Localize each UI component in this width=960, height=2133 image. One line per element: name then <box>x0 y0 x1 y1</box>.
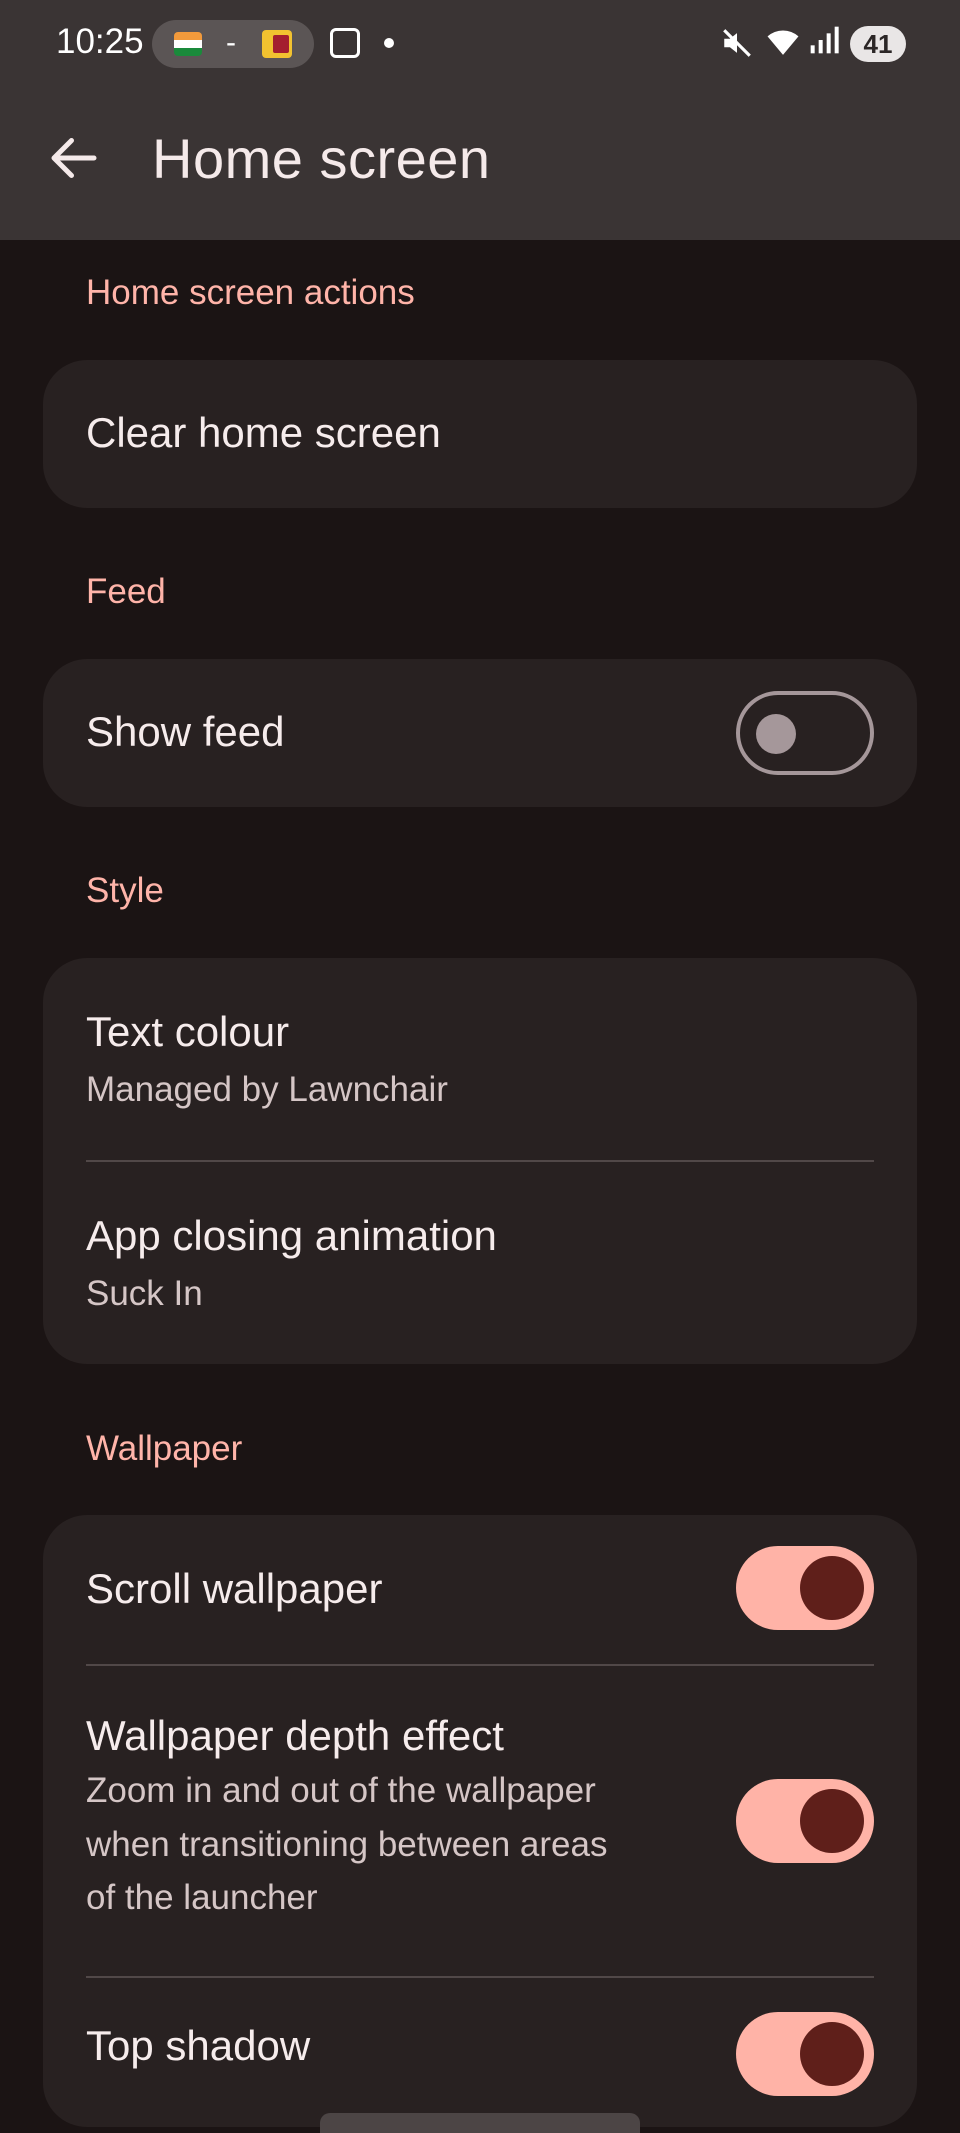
show-feed-item[interactable]: Show feed <box>43 659 917 807</box>
status-bar: 10:25 - 41 <box>0 0 960 88</box>
text-colour-value: Managed by Lawnchair <box>86 1070 448 1109</box>
wallpaper-depth-effect-switch[interactable] <box>736 1779 874 1863</box>
top-shadow-label: Top shadow <box>86 2022 311 2069</box>
section-header-feed: Feed <box>86 572 166 611</box>
section-header-style: Style <box>86 871 164 910</box>
show-feed-label: Show feed <box>86 708 285 755</box>
card-style: Text colour Managed by Lawnchair App clo… <box>43 958 917 1364</box>
app-closing-animation-item[interactable]: App closing animation Suck In <box>43 1162 917 1364</box>
status-pill: - <box>152 20 314 68</box>
top-shadow-item[interactable]: Top shadow <box>43 1978 917 2127</box>
switch-thumb <box>756 714 796 754</box>
navigation-handle[interactable] <box>320 2113 640 2133</box>
switch-thumb <box>800 1789 864 1853</box>
sri-lanka-flag-icon <box>262 30 292 58</box>
page-title: Home screen <box>152 127 491 190</box>
wallpaper-depth-effect-desc-line1: Zoom in and out of the wallpaper <box>86 1771 596 1810</box>
show-feed-switch[interactable] <box>736 691 874 775</box>
signal-icon <box>810 26 839 54</box>
status-separator: - <box>226 26 236 59</box>
india-flag-icon <box>174 32 202 56</box>
text-colour-label: Text colour <box>86 1008 290 1055</box>
arrow-left-icon[interactable] <box>44 128 104 188</box>
app-bar: Home screen <box>0 88 960 240</box>
scroll-wallpaper-label: Scroll wallpaper <box>86 1565 383 1612</box>
battery-icon: 41 <box>850 26 906 62</box>
section-header-home-screen-actions: Home screen actions <box>86 273 415 312</box>
top-shadow-switch[interactable] <box>736 2012 874 2096</box>
section-header-wallpaper: Wallpaper <box>86 1429 243 1468</box>
text-colour-item[interactable]: Text colour Managed by Lawnchair <box>43 958 917 1161</box>
clear-home-screen-item[interactable]: Clear home screen <box>43 360 917 508</box>
clear-home-screen-label: Clear home screen <box>86 409 441 456</box>
app-closing-animation-label: App closing animation <box>86 1212 497 1259</box>
wallpaper-depth-effect-desc-line2: when transitioning between areas <box>86 1825 608 1864</box>
card-feed: Show feed <box>43 659 917 807</box>
status-time: 10:25 <box>56 22 144 61</box>
switch-thumb <box>800 1556 864 1620</box>
screenshot-icon <box>330 28 360 58</box>
notification-dot-icon <box>384 38 394 48</box>
switch-thumb <box>800 2022 864 2086</box>
wallpaper-depth-effect-item[interactable]: Wallpaper depth effect Zoom in and out o… <box>43 1666 917 1974</box>
mute-icon <box>723 29 751 57</box>
scroll-wallpaper-switch[interactable] <box>736 1546 874 1630</box>
card-wallpaper: Scroll wallpaper Wallpaper depth effect … <box>43 1515 917 2127</box>
wallpaper-depth-effect-desc-line3: of the launcher <box>86 1878 318 1917</box>
wifi-icon <box>767 30 799 55</box>
card-home-screen-actions: Clear home screen <box>43 360 917 508</box>
app-closing-animation-value: Suck In <box>86 1274 203 1313</box>
scroll-wallpaper-item[interactable]: Scroll wallpaper <box>43 1515 917 1665</box>
wallpaper-depth-effect-label: Wallpaper depth effect <box>86 1712 504 1759</box>
